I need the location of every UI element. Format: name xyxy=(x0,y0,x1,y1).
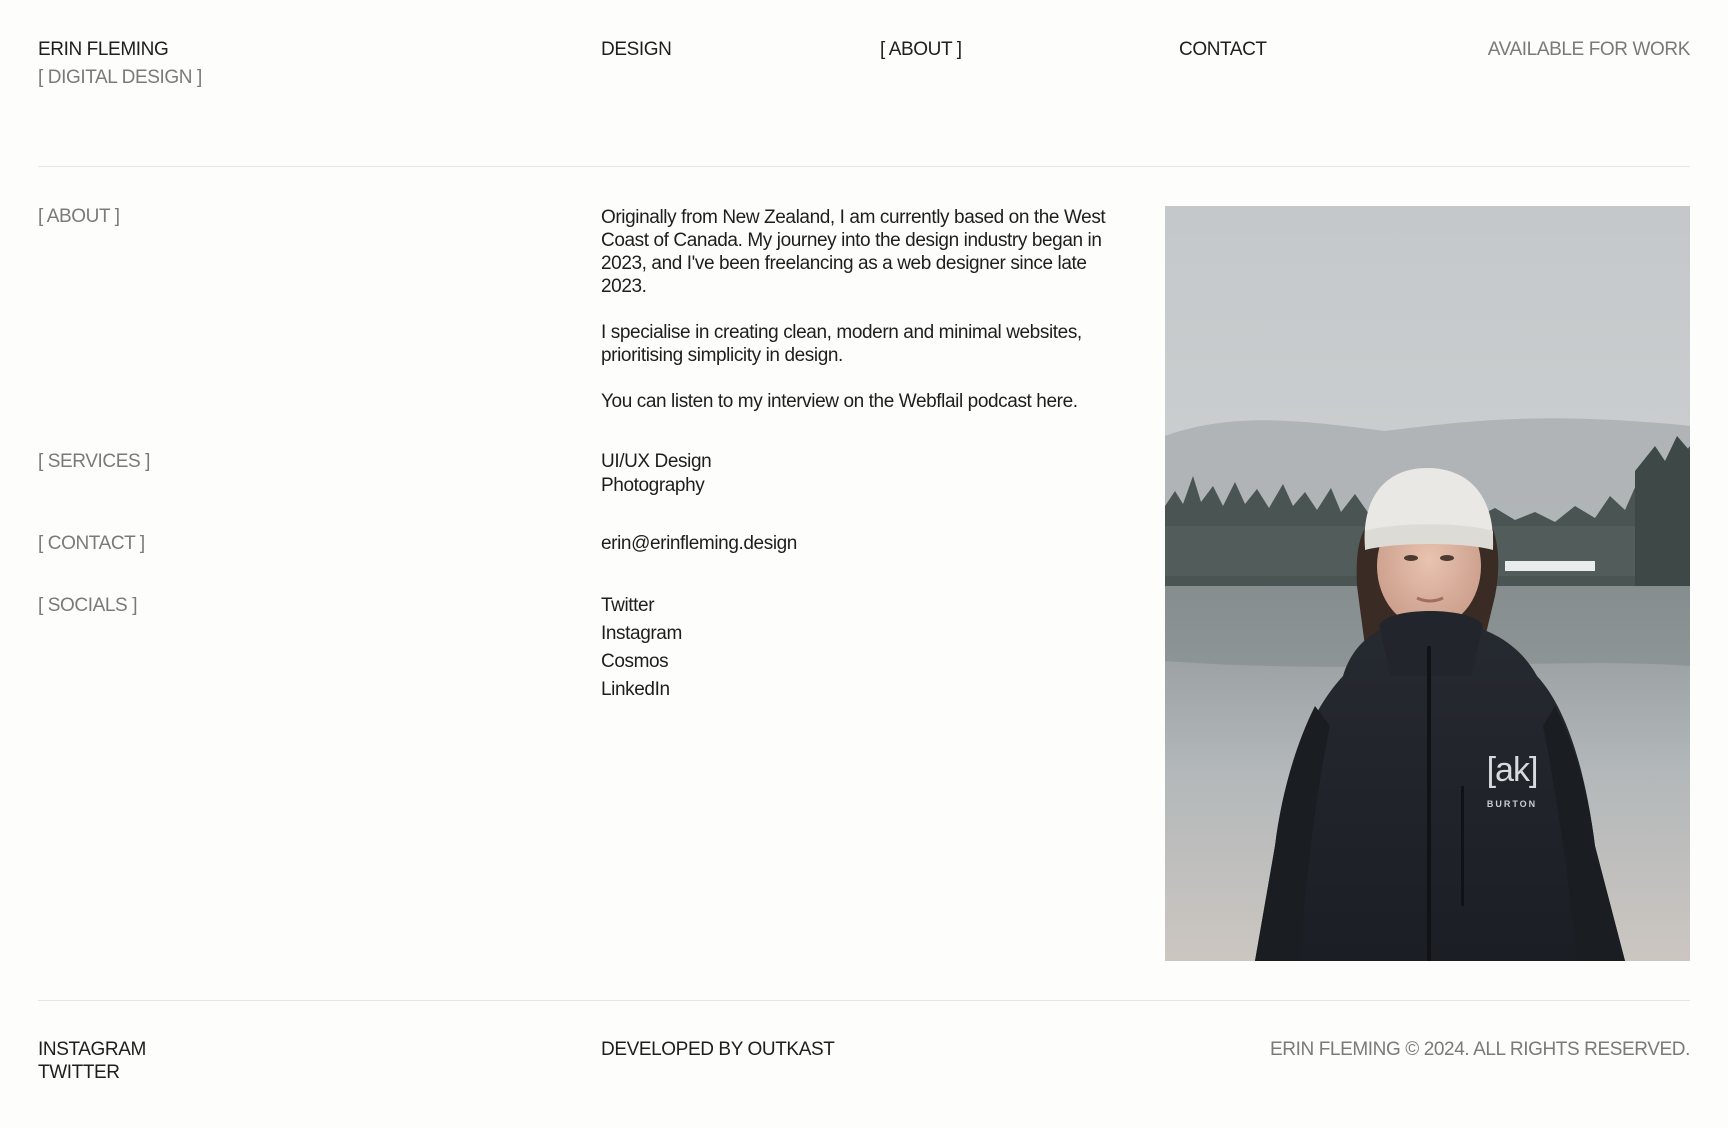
footer-divider xyxy=(38,1000,1690,1001)
about-paragraph: Originally from New Zealand, I am curren… xyxy=(601,207,1106,297)
header-divider xyxy=(38,166,1690,167)
nav-link-contact[interactable]: CONTACT xyxy=(1179,36,1267,64)
socials-list: Twitter Instagram Cosmos LinkedIn xyxy=(601,592,1111,704)
developer-credit[interactable]: DEVELOPED BY OUTKAST xyxy=(601,1038,835,1061)
service-item: Photography xyxy=(601,475,705,496)
social-link-cosmos[interactable]: Cosmos xyxy=(601,648,1111,676)
section-label-about: [ ABOUT ] xyxy=(38,206,120,227)
brand-name[interactable]: ERIN FLEMING xyxy=(38,36,169,64)
availability-status: AVAILABLE FOR WORK xyxy=(1487,39,1691,60)
footer-link-twitter[interactable]: TWITTER xyxy=(38,1061,146,1084)
nav-link-about[interactable]: [ ABOUT ] xyxy=(880,36,962,64)
services-list: UI/UX Design Photography xyxy=(601,450,1111,498)
jacket-brand: BURTON xyxy=(1487,799,1537,809)
service-item: UI/UX Design xyxy=(601,451,712,472)
section-label-socials: [ SOCIALS ] xyxy=(38,595,138,616)
about-text: Originally from New Zealand, I am curren… xyxy=(601,206,1111,413)
portrait-photo: [ak] BURTON xyxy=(1165,206,1690,961)
section-label-services: [ SERVICES ] xyxy=(38,451,151,472)
brand-tagline: [ DIGITAL DESIGN ] xyxy=(38,67,202,88)
social-link-linkedin[interactable]: LinkedIn xyxy=(601,676,1111,704)
about-paragraph: I specialise in creating clean, modern a… xyxy=(601,322,1082,366)
contact-email-link[interactable]: erin@erinfleming.design xyxy=(601,532,1111,556)
section-label-contact: [ CONTACT ] xyxy=(38,533,145,554)
social-link-instagram[interactable]: Instagram xyxy=(601,620,1111,648)
social-link-twitter[interactable]: Twitter xyxy=(601,592,1111,620)
nav-link-design[interactable]: DESIGN xyxy=(601,36,672,64)
copyright-notice: ERIN FLEMING © 2024. ALL RIGHTS RESERVED… xyxy=(1270,1039,1690,1060)
jacket-logo: [ak] xyxy=(1487,751,1538,789)
about-paragraph[interactable]: You can listen to my interview on the We… xyxy=(601,390,1111,413)
footer-links: INSTAGRAM TWITTER xyxy=(38,1038,146,1084)
footer-link-instagram[interactable]: INSTAGRAM xyxy=(38,1038,146,1061)
